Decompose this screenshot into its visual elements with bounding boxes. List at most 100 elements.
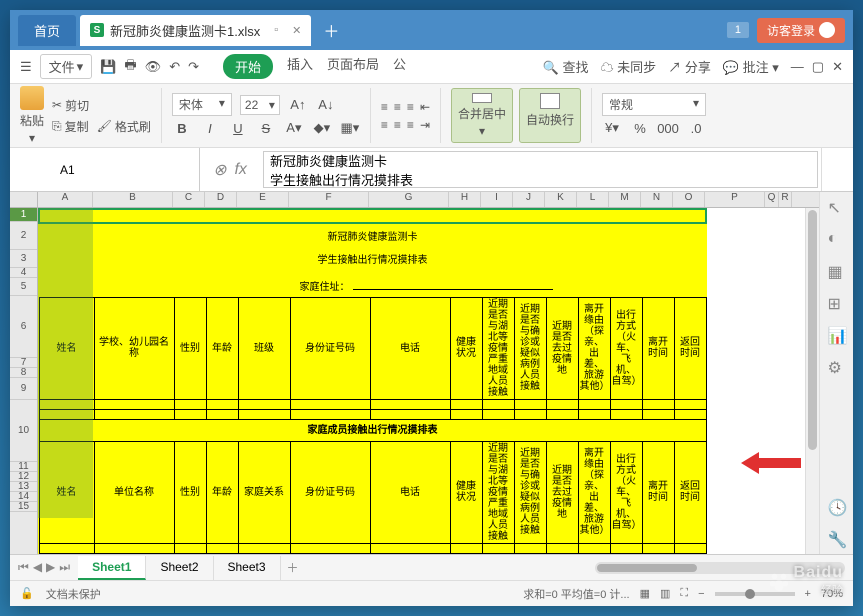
cell[interactable]: [174, 553, 206, 554]
align-middle-icon[interactable]: ≡: [394, 100, 401, 114]
italic-button[interactable]: I: [200, 118, 220, 138]
align-bottom-icon[interactable]: ≡: [407, 100, 414, 114]
cell[interactable]: [39, 269, 706, 279]
row-header[interactable]: 8: [10, 368, 37, 378]
sheet-tab[interactable]: Sheet3: [214, 556, 281, 580]
cell[interactable]: 近期是否与确诊或疑似病例人员接触: [514, 297, 546, 399]
cell[interactable]: [642, 543, 674, 553]
col-header[interactable]: B: [93, 192, 173, 207]
fx-icon[interactable]: fx: [234, 161, 246, 179]
cell[interactable]: [39, 543, 94, 553]
cursor-icon[interactable]: ↖: [828, 198, 846, 216]
sheet-nav-first-icon[interactable]: ⏮: [18, 560, 29, 575]
sheet-nav-last-icon[interactable]: ⏭: [59, 560, 70, 575]
sheet-nav-prev-icon[interactable]: ◀: [33, 560, 42, 575]
cell[interactable]: [482, 399, 514, 409]
wrap-text-button[interactable]: 自动换行: [519, 88, 581, 143]
cell[interactable]: 返回时间: [674, 297, 706, 399]
cell[interactable]: 身份证号码: [290, 297, 370, 399]
cell[interactable]: 性别: [174, 441, 206, 543]
cell[interactable]: [642, 409, 674, 419]
cell[interactable]: [674, 409, 706, 419]
cell[interactable]: [610, 543, 642, 553]
cell[interactable]: [674, 543, 706, 553]
col-header[interactable]: F: [289, 192, 369, 207]
cell[interactable]: [450, 553, 482, 554]
cell[interactable]: 家庭成员接触出行情况摸排表: [39, 419, 706, 441]
decrease-decimal-icon[interactable]: .0: [686, 118, 706, 138]
row-header[interactable]: 10: [10, 400, 37, 462]
font-color-button[interactable]: A▾: [284, 118, 304, 138]
close-icon[interactable]: ✕: [832, 59, 843, 75]
row-header[interactable]: 2: [10, 222, 37, 250]
search-menu[interactable]: 🔍 查找: [543, 57, 589, 76]
indent-decrease-icon[interactable]: ⇤: [420, 100, 430, 114]
cell[interactable]: 家庭关系: [238, 441, 290, 543]
cell[interactable]: 近期是否与确诊或疑似病例人员接触: [514, 441, 546, 543]
col-header[interactable]: R: [779, 192, 792, 207]
cell[interactable]: 离开缘由（探亲、出差、旅游其他）: [578, 441, 610, 543]
cell[interactable]: 离开缘由（探亲、出差、旅游其他）: [578, 297, 610, 399]
col-header[interactable]: D: [205, 192, 237, 207]
select-all-corner[interactable]: [10, 192, 38, 207]
row-header[interactable]: 4: [10, 268, 37, 278]
cell[interactable]: [674, 553, 706, 554]
cell[interactable]: [578, 399, 610, 409]
cell[interactable]: 单位名称: [94, 441, 174, 543]
border-button[interactable]: ▦▾: [340, 118, 360, 138]
cell[interactable]: 离开时间: [642, 441, 674, 543]
cell[interactable]: 近期是否去过疫情地: [546, 441, 578, 543]
copy-button[interactable]: ⎘ 复制: [52, 118, 89, 135]
backup-icon[interactable]: 🕓: [828, 498, 846, 516]
preview-icon[interactable]: 👁: [145, 59, 162, 75]
spreadsheet-grid[interactable]: ABCDEFGHIJKLMNOPQR 123456789101112131415…: [10, 192, 819, 554]
settings-icon[interactable]: ⚙: [828, 358, 846, 376]
cell-reference-box[interactable]: A1: [10, 148, 200, 191]
cell[interactable]: [94, 399, 174, 409]
cell[interactable]: [546, 399, 578, 409]
cell[interactable]: [578, 553, 610, 554]
cell[interactable]: 健康状况: [450, 441, 482, 543]
cell[interactable]: 近期是否去过疫情地: [546, 297, 578, 399]
cell[interactable]: 新冠肺炎健康监测卡: [39, 223, 706, 251]
col-header[interactable]: Q: [765, 192, 779, 207]
cell[interactable]: 班级: [238, 297, 290, 399]
view-normal-icon[interactable]: ▦: [640, 587, 650, 600]
cell[interactable]: [514, 409, 546, 419]
row-header[interactable]: 3: [10, 250, 37, 268]
cell[interactable]: 性别: [174, 297, 206, 399]
row-header[interactable]: 1: [10, 208, 37, 222]
cell[interactable]: [578, 409, 610, 419]
col-header[interactable]: E: [237, 192, 289, 207]
add-tab-button[interactable]: ＋: [323, 18, 339, 42]
cell[interactable]: [174, 409, 206, 419]
cell[interactable]: 出行方式（火车、飞机、自驾）: [610, 441, 642, 543]
merge-cells-button[interactable]: 合并居中▾: [451, 88, 513, 143]
tab-page-layout[interactable]: 页面布局: [327, 54, 379, 79]
properties-icon[interactable]: ▦: [828, 262, 846, 280]
cell[interactable]: [290, 553, 370, 554]
align-top-icon[interactable]: ≡: [381, 100, 388, 114]
align-center-icon[interactable]: ≡: [394, 118, 401, 132]
fill-color-button[interactable]: ◆▾: [312, 118, 332, 138]
strikethrough-button[interactable]: S: [256, 118, 276, 138]
paste-button[interactable]: 粘贴▾: [20, 86, 44, 145]
notification-badge[interactable]: 1: [727, 22, 749, 38]
col-header[interactable]: A: [38, 192, 93, 207]
align-left-icon[interactable]: ≡: [381, 118, 388, 132]
cell[interactable]: 返回时间: [674, 441, 706, 543]
cell[interactable]: [290, 409, 370, 419]
cell[interactable]: [238, 553, 290, 554]
tab-formula[interactable]: 公: [393, 54, 406, 79]
comment-menu[interactable]: 💬 批注 ▾: [723, 57, 779, 76]
tab-menu-icon[interactable]: ▫: [274, 24, 278, 36]
cell[interactable]: [370, 553, 450, 554]
cell[interactable]: [238, 409, 290, 419]
cell[interactable]: [206, 409, 238, 419]
cell[interactable]: [610, 399, 642, 409]
cell[interactable]: 家庭住址：: [39, 279, 706, 297]
cell[interactable]: [482, 553, 514, 554]
cell[interactable]: [94, 543, 174, 553]
col-header[interactable]: K: [545, 192, 577, 207]
cell[interactable]: [482, 409, 514, 419]
